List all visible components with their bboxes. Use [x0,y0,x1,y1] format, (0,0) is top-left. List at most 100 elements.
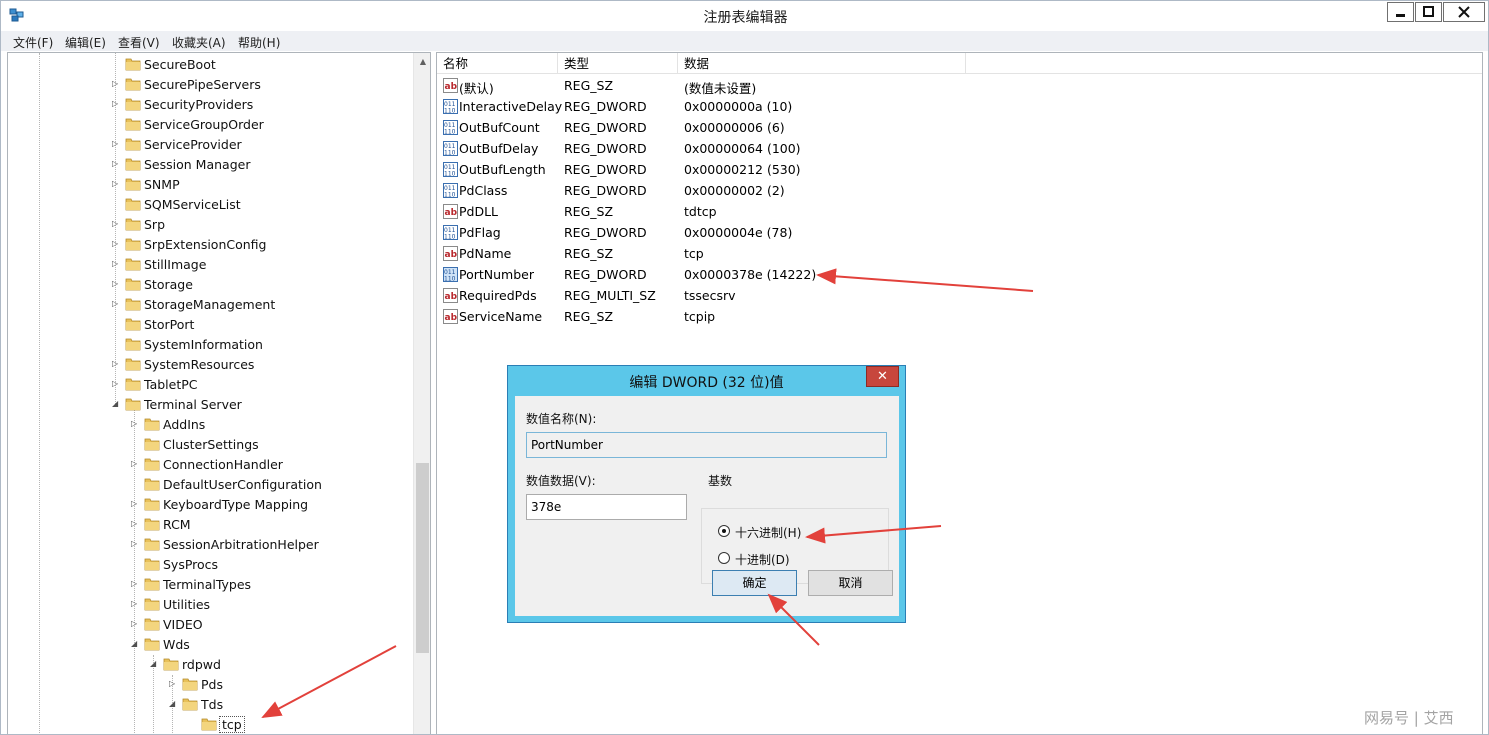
expand-arrow-icon[interactable]: ▷ [112,234,122,254]
value-type: REG_SZ [564,309,614,324]
expand-arrow-icon[interactable]: ▷ [131,594,141,614]
expand-arrow-icon[interactable]: ▷ [112,74,122,94]
expand-arrow-icon[interactable]: ▷ [169,674,179,694]
collapse-arrow-icon[interactable]: ◢ [131,634,141,654]
tree-node[interactable]: ▷ SrpExtensionConfig [8,234,408,254]
folder-icon [125,378,141,391]
tree-node[interactable]: ◢ Wds [8,634,408,654]
expand-arrow-icon[interactable]: ▷ [112,154,122,174]
tree-node[interactable]: ▷ Utilities [8,594,408,614]
collapse-arrow-icon[interactable]: ◢ [150,654,160,674]
svg-text:ab: ab [445,292,458,302]
tree-node[interactable]: ClusterSettings [8,434,408,454]
tree-node[interactable]: ▷ SecurityProviders [8,94,408,114]
value-row[interactable]: 011 110 InteractiveDelay REG_DWORD 0x0000000… [437,96,1057,117]
expand-arrow-icon[interactable]: ▷ [112,294,122,314]
decimal-radio[interactable] [718,552,730,564]
value-row[interactable]: ab (默认) REG_SZ (数值未设置) [437,75,1057,96]
menu-favorites[interactable]: 收藏夹(A) [172,34,226,51]
tree-node[interactable]: ◢ Terminal Server [8,394,408,414]
collapse-arrow-icon[interactable]: ◢ [169,694,179,714]
tree-node[interactable]: ◢ rdpwd [8,654,408,674]
close-button[interactable] [1443,2,1485,22]
expand-arrow-icon[interactable]: ▷ [131,514,141,534]
tree-node[interactable]: SecureBoot [8,54,408,74]
ok-button[interactable]: 确定 [712,570,797,596]
registry-key-tree[interactable]: SecureBoot ▷ SecurePipeServers ▷ SecurityPro… [7,52,431,734]
minimize-button[interactable] [1387,2,1414,22]
value-row[interactable]: 011 110 PortNumber REG_DWORD 0x0000378e (142… [437,264,1057,285]
tree-node[interactable]: ▷ VIDEO [8,614,408,634]
tree-node[interactable]: ▷ Srp [8,214,408,234]
collapse-arrow-icon[interactable]: ◢ [112,394,122,414]
tree-node[interactable]: ▷ Pds [8,674,408,694]
value-data-input[interactable]: 378e [526,494,687,520]
value-row[interactable]: ab RequiredPds REG_MULTI_SZ tssecsrv [437,285,1057,306]
cancel-button[interactable]: 取消 [808,570,893,596]
value-data: 0x00000064 (100) [684,141,801,156]
tree-node[interactable]: ▷ SNMP [8,174,408,194]
expand-arrow-icon[interactable]: ▷ [131,454,141,474]
menu-help[interactable]: 帮助(H) [238,34,280,51]
expand-arrow-icon[interactable]: ▷ [112,374,122,394]
tree-node[interactable]: ServiceGroupOrder [8,114,408,134]
expand-arrow-icon[interactable]: ▷ [112,254,122,274]
tree-node[interactable]: ▷ StillImage [8,254,408,274]
menu-edit[interactable]: 编辑(E) [65,34,106,51]
tree-node[interactable]: SysProcs [8,554,408,574]
tree-node[interactable]: ▷ StorageManagement [8,294,408,314]
column-data[interactable]: 数据 [678,53,966,74]
value-row[interactable]: ab ServiceName REG_SZ tcpip [437,306,1057,327]
tree-node[interactable]: ▷ RCM [8,514,408,534]
dialog-close-button[interactable]: ✕ [866,366,899,387]
maximize-button[interactable] [1415,2,1442,22]
column-name[interactable]: 名称 [437,53,558,74]
hex-radio-label[interactable]: 十六进制(H) [735,524,801,541]
menu-view[interactable]: 查看(V) [118,34,160,51]
tree-node[interactable]: ▷ SessionArbitrationHelper [8,534,408,554]
tree-node[interactable]: ▷ ServiceProvider [8,134,408,154]
value-row[interactable]: ab PdDLL REG_SZ tdtcp [437,201,1057,222]
tree-node[interactable]: tcp [8,714,408,734]
scroll-thumb[interactable] [416,463,429,653]
tree-node[interactable]: ▷ ConnectionHandler [8,454,408,474]
scroll-up-arrow-icon[interactable]: ▲ [414,53,430,71]
value-row[interactable]: 011 110 OutBufCount REG_DWORD 0x00000006 (6) [437,117,1057,138]
tree-node[interactable]: ◢ Tds [8,694,408,714]
expand-arrow-icon[interactable]: ▷ [112,94,122,114]
value-row[interactable]: 011 110 PdClass REG_DWORD 0x00000002 (2) [437,180,1057,201]
tree-node[interactable]: ▷ Session Manager [8,154,408,174]
value-row[interactable]: 011 110 PdFlag REG_DWORD 0x0000004e (78) [437,222,1057,243]
tree-node[interactable]: SystemInformation [8,334,408,354]
decimal-radio-label[interactable]: 十进制(D) [735,551,790,568]
tree-node[interactable]: ▷ AddIns [8,414,408,434]
tree-node[interactable]: ▷ SystemResources [8,354,408,374]
tree-node[interactable]: SQMServiceList [8,194,408,214]
expand-arrow-icon[interactable]: ▷ [112,174,122,194]
tree-node[interactable]: ▷ Storage [8,274,408,294]
tree-node[interactable]: ▷ TabletPC [8,374,408,394]
expand-arrow-icon[interactable]: ▷ [112,214,122,234]
menu-file[interactable]: 文件(F) [13,34,53,51]
hex-radio[interactable] [718,525,730,537]
expand-arrow-icon[interactable]: ▷ [112,354,122,374]
tree-node[interactable]: ▷ TerminalTypes [8,574,408,594]
expand-arrow-icon[interactable]: ▷ [131,574,141,594]
value-row[interactable]: 011 110 OutBufLength REG_DWORD 0x00000212 (5… [437,159,1057,180]
tree-scrollbar[interactable]: ▲ [413,53,430,734]
tree-node[interactable]: ▷ SecurePipeServers [8,74,408,94]
column-type[interactable]: 类型 [558,53,678,74]
expand-arrow-icon[interactable]: ▷ [131,494,141,514]
tree-node-label: tcp [219,716,245,733]
maximize-icon [1423,6,1434,17]
expand-arrow-icon[interactable]: ▷ [131,534,141,554]
expand-arrow-icon[interactable]: ▷ [112,274,122,294]
tree-node[interactable]: StorPort [8,314,408,334]
tree-node[interactable]: ▷ KeyboardType Mapping [8,494,408,514]
tree-node[interactable]: DefaultUserConfiguration [8,474,408,494]
expand-arrow-icon[interactable]: ▷ [131,614,141,634]
expand-arrow-icon[interactable]: ▷ [112,134,122,154]
value-row[interactable]: 011 110 OutBufDelay REG_DWORD 0x00000064 (10… [437,138,1057,159]
value-row[interactable]: ab PdName REG_SZ tcp [437,243,1057,264]
expand-arrow-icon[interactable]: ▷ [131,414,141,434]
